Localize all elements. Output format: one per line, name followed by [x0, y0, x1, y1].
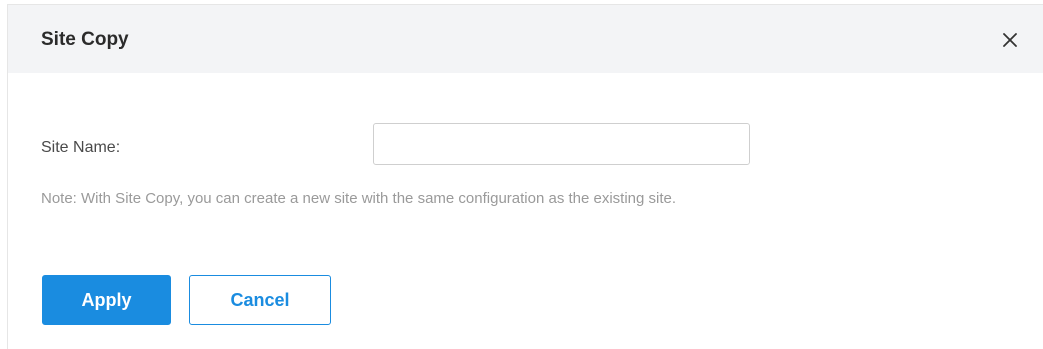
cancel-button[interactable]: Cancel — [189, 275, 331, 325]
site-copy-dialog: Site Copy Site Name: Note: With Site Cop… — [7, 4, 1043, 349]
dialog-header: Site Copy — [8, 5, 1043, 73]
site-name-label: Site Name: — [41, 139, 121, 156]
close-icon[interactable] — [1001, 31, 1019, 49]
apply-button[interactable]: Apply — [42, 275, 171, 325]
site-name-input[interactable] — [373, 123, 750, 165]
dialog-title: Site Copy — [41, 29, 129, 50]
site-copy-note: Note: With Site Copy, you can create a n… — [41, 190, 677, 207]
